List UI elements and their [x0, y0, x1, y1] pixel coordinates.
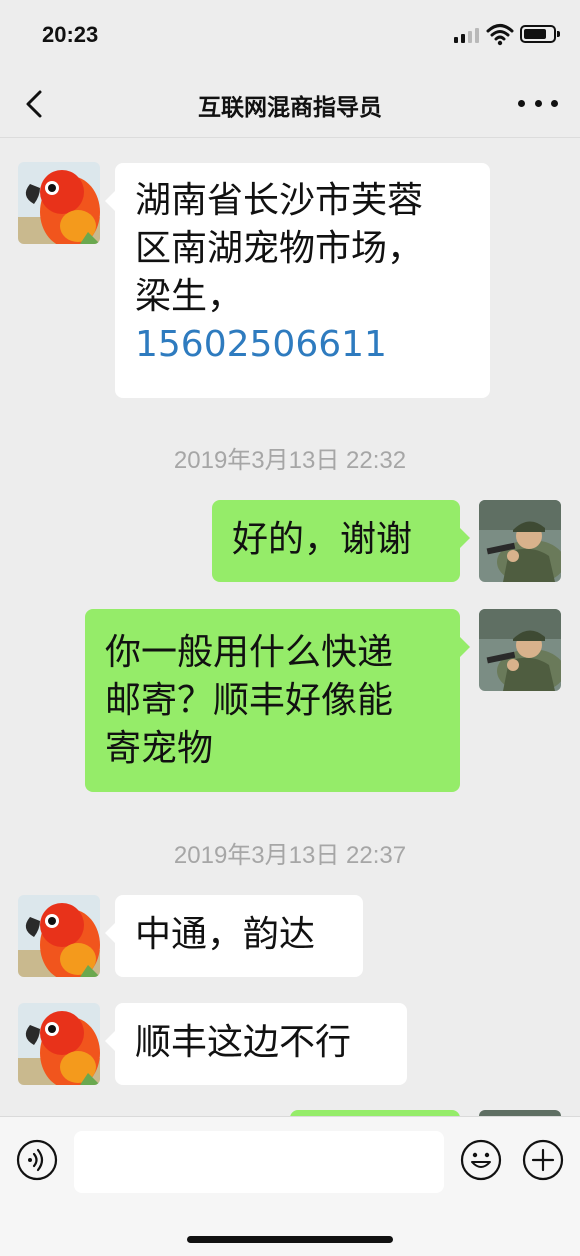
status-time: 20:23 — [42, 22, 99, 47]
message-input[interactable] — [74, 1131, 444, 1193]
incoming-message-bubble[interactable]: 湖南省长沙市芙蓉 区南湖宠物市场， 梁生， 15602506611 — [105, 163, 490, 398]
outgoing-message-bubble[interactable]: 好的，谢谢 — [212, 500, 470, 582]
message-line: 湖南省长沙市芙蓉 — [135, 180, 424, 221]
message-line: 梁生， — [135, 276, 244, 317]
message-timestamp: 2019年3月13日 22:37 — [173, 842, 407, 869]
phone-number-link[interactable]: 15602506611 — [135, 321, 470, 369]
chat-input-bar — [0, 1116, 580, 1256]
battery-icon — [520, 25, 560, 43]
signal-icon — [454, 27, 479, 43]
incoming-message-bubble[interactable]: 顺丰这边不行 — [105, 1003, 407, 1085]
status-bar: 20:23 — [0, 0, 580, 70]
wifi-icon — [486, 24, 514, 46]
incoming-message-bubble[interactable]: 中通，韵达 — [105, 895, 363, 977]
message-line: 你一般用什么快递 — [105, 632, 394, 673]
outgoing-message-bubble[interactable]: 你一般用什么快递 邮寄？顺丰好像能 寄宠物 — [85, 609, 470, 792]
message-line: 区南湖宠物市场， — [135, 228, 424, 269]
message-line: 寄宠物 — [105, 728, 214, 769]
my-avatar[interactable] — [479, 609, 561, 691]
plus-icon[interactable] — [522, 1139, 564, 1181]
message-timestamp: 2019年3月13日 22:32 — [173, 447, 407, 474]
chat-header: 互联网混商指导员 — [0, 70, 580, 138]
emoji-icon[interactable] — [460, 1139, 502, 1181]
contact-avatar[interactable] — [18, 162, 100, 244]
message-line: 邮寄？顺丰好像能 — [105, 680, 394, 721]
my-avatar[interactable] — [479, 500, 561, 582]
voice-icon[interactable] — [16, 1139, 58, 1181]
more-icon[interactable] — [518, 92, 558, 114]
chat-title: 互联网混商指导员 — [198, 95, 382, 121]
contact-avatar[interactable] — [18, 895, 100, 977]
contact-avatar[interactable] — [18, 1003, 100, 1085]
home-indicator[interactable] — [187, 1236, 393, 1243]
